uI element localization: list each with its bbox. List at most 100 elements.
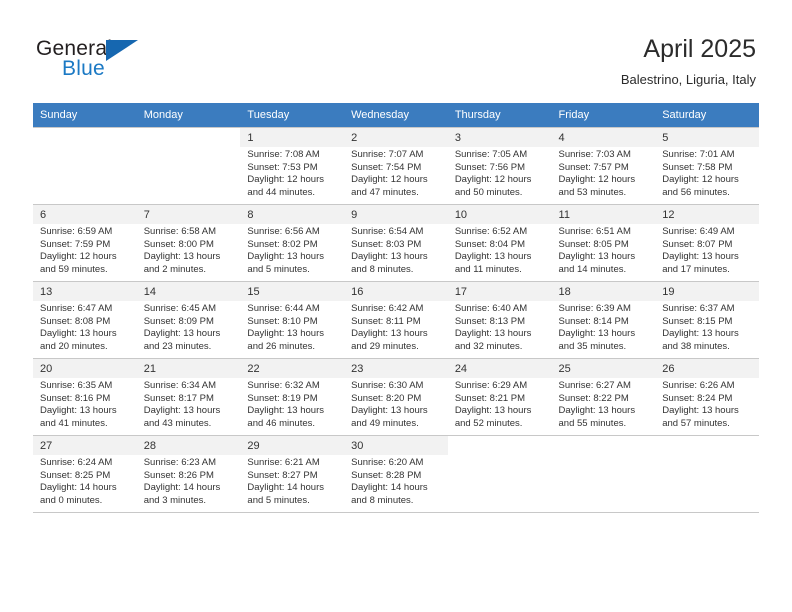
day-sunset-text: Sunset: 8:21 PM [454,392,526,404]
calendar-day-cell[interactable]: 25 Sunrise: 6:27 AM Sunset: 8:22 PM Dayligh… [551,358,656,436]
day-number: 29 [247,440,260,452]
calendar-day-cell[interactable]: 16 Sunrise: 6:42 AM Sunset: 8:11 PM Dayligh… [344,281,448,359]
day-number: 24 [454,363,468,375]
day-sunrise-text: Sunrise: 7:08 AM [247,149,320,160]
calendar-day-cell[interactable]: 12 Sunrise: 6:49 AM Sunset: 8:07 PM Dayligh… [655,204,759,282]
calendar-day-cell[interactable]: 29 Sunrise: 6:21 AM Sunset: 8:27 PM Dayligh… [240,435,345,513]
calendar-day-cell-empty [33,127,137,205]
day-cell-content: 21 Sunrise: 6:34 AM Sunset: 8:17 PM Dayligh… [144,359,234,430]
calendar-day-cell[interactable]: 20 Sunrise: 6:35 AM Sunset: 8:16 PM Dayligh… [33,358,137,436]
day-cell-content: 18 Sunrise: 6:39 AM Sunset: 8:14 PM Dayligh… [559,282,649,353]
day-cell-inner: 10 Sunrise: 6:52 AM Sunset: 8:04 PM Dayligh… [447,205,552,281]
calendar-header-row: Sunday Monday Tuesday Wednesday Thursday… [33,103,759,128]
day-cell-inner: 20 Sunrise: 6:35 AM Sunset: 8:16 PM Dayligh… [33,359,137,435]
day-sunrise-text: Sunrise: 6:30 AM [351,380,424,391]
calendar-day-cell[interactable]: 22 Sunrise: 6:32 AM Sunset: 8:19 PM Dayligh… [240,358,345,436]
day-sunrise-text: Sunrise: 6:21 AM [247,457,320,468]
calendar-day-cell[interactable]: 13 Sunrise: 6:47 AM Sunset: 8:08 PM Dayligh… [33,281,137,359]
day-cell-content: 9 Sunrise: 6:54 AM Sunset: 8:03 PM Daylight… [351,205,441,276]
day-sunset-text: Sunset: 8:14 PM [558,315,629,327]
calendar-day-cell[interactable]: 4 Sunrise: 7:03 AM Sunset: 7:57 PM Daylight… [551,127,656,205]
calendar-day-cell[interactable]: 18 Sunrise: 6:39 AM Sunset: 8:14 PM Dayligh… [551,281,656,359]
day-cell-inner: 21 Sunrise: 6:34 AM Sunset: 8:17 PM Dayligh… [136,359,241,435]
calendar-day-cell[interactable]: 21 Sunrise: 6:34 AM Sunset: 8:17 PM Dayligh… [136,358,241,436]
day-daylight-text: Daylight: 12 hours [662,174,739,186]
calendar-day-cell[interactable]: 23 Sunrise: 6:30 AM Sunset: 8:20 PM Dayligh… [344,358,448,436]
day-daylight-text: Daylight: 13 hours [143,405,221,417]
day-sunset-text: Sunset: 8:24 PM [662,392,733,404]
day-daylight-text: and 5 minutes. [247,494,310,506]
calendar-day-cell[interactable]: 24 Sunrise: 6:29 AM Sunset: 8:21 PM Dayligh… [447,358,552,436]
day-sunset-text: Sunset: 8:17 PM [143,392,214,404]
day-daylight-text: Daylight: 13 hours [662,251,739,263]
day-sun-info: Sunrise: 6:47 AM Sunset: 8:08 PM Daylight:… [40,303,130,353]
day-cell-content: 26 Sunrise: 6:26 AM Sunset: 8:24 PM Dayligh… [662,359,752,430]
day-sun-info: Sunrise: 6:30 AM Sunset: 8:20 PM Daylight:… [351,380,441,430]
calendar-day-cell[interactable]: 2 Sunrise: 7:07 AM Sunset: 7:54 PM Daylight… [344,127,448,205]
day-daylight-text: Daylight: 14 hours [40,482,117,494]
day-sunrise-text: Sunrise: 7:01 AM [662,149,735,160]
calendar-day-cell[interactable]: 19 Sunrise: 6:37 AM Sunset: 8:15 PM Dayligh… [655,281,759,359]
day-daylight-text: and 11 minutes. [454,263,522,275]
day-number: 8 [247,209,254,221]
calendar-day-cell[interactable]: 26 Sunrise: 6:26 AM Sunset: 8:24 PM Dayligh… [655,358,759,436]
day-daylight-text: and 3 minutes. [143,494,207,506]
day-cell-inner: 8 Sunrise: 6:56 AM Sunset: 8:02 PM Daylight… [240,205,345,281]
day-daylight-text: Daylight: 13 hours [351,405,428,417]
calendar-day-cell[interactable]: 30 Sunrise: 6:20 AM Sunset: 8:28 PM Dayligh… [344,435,448,513]
calendar-day-cell[interactable]: 17 Sunrise: 6:40 AM Sunset: 8:13 PM Dayligh… [447,281,552,359]
sunrise-sunset-calendar: Sunday Monday Tuesday Wednesday Thursday… [33,103,759,513]
calendar-day-cell[interactable]: 27 Sunrise: 6:24 AM Sunset: 8:25 PM Dayligh… [33,435,137,513]
day-cell-content: 30 Sunrise: 6:20 AM Sunset: 8:28 PM Dayligh… [351,436,441,507]
day-cell-inner [552,436,656,512]
day-number: 5 [662,132,669,144]
calendar-day-cell[interactable]: 5 Sunrise: 7:01 AM Sunset: 7:58 PM Daylight… [655,127,759,205]
day-number [40,128,130,135]
day-sunset-text: Sunset: 8:25 PM [40,469,111,481]
calendar-day-cell[interactable]: 14 Sunrise: 6:45 AM Sunset: 8:09 PM Dayligh… [136,281,241,359]
calendar-day-cell[interactable]: 11 Sunrise: 6:51 AM Sunset: 8:05 PM Dayligh… [551,204,656,282]
day-daylight-text: Daylight: 13 hours [558,328,636,340]
day-sunset-text: Sunset: 8:19 PM [247,392,318,404]
weekday-header-tuesday: Tuesday [240,103,345,128]
calendar-day-cell[interactable]: 8 Sunrise: 6:56 AM Sunset: 8:02 PM Daylight… [240,204,345,282]
day-cell-content: 3 Sunrise: 7:05 AM Sunset: 7:56 PM Daylight… [455,128,545,199]
calendar-day-cell[interactable]: 6 Sunrise: 6:59 AM Sunset: 7:59 PM Daylight… [33,204,137,282]
calendar-body: 1 Sunrise: 7:08 AM Sunset: 7:53 PM Daylight… [33,127,759,513]
day-sun-info: Sunrise: 7:03 AM Sunset: 7:57 PM Daylight:… [559,149,649,199]
day-number: 3 [454,132,461,144]
day-daylight-text: and 41 minutes. [40,417,108,429]
calendar-day-cell[interactable]: 7 Sunrise: 6:58 AM Sunset: 8:00 PM Daylight… [136,204,241,282]
weekday-header-thursday: Thursday [447,103,552,128]
calendar-day-cell[interactable]: 28 Sunrise: 6:23 AM Sunset: 8:26 PM Dayligh… [136,435,241,513]
day-daylight-text: Daylight: 13 hours [143,251,221,263]
day-sunrise-text: Sunrise: 7:07 AM [351,149,424,160]
day-number: 16 [351,286,364,298]
day-sunrise-text: Sunrise: 6:39 AM [558,303,631,314]
calendar-day-cell[interactable]: 15 Sunrise: 6:44 AM Sunset: 8:10 PM Dayligh… [240,281,345,359]
logo-triangle-icon [106,40,138,61]
day-sun-info: Sunrise: 6:49 AM Sunset: 8:07 PM Daylight:… [662,226,752,276]
calendar-page: General Blue April 2025 Balestrino, Ligu… [0,0,792,612]
day-daylight-text: and 32 minutes. [454,340,523,352]
day-number: 30 [351,440,364,452]
day-cell-inner [448,436,552,512]
day-daylight-text: Daylight: 12 hours [558,174,636,186]
day-number [455,436,545,443]
day-daylight-text: Daylight: 12 hours [351,174,428,186]
day-cell-content: 11 Sunrise: 6:51 AM Sunset: 8:05 PM Dayligh… [559,205,649,276]
day-daylight-text: and 38 minutes. [662,340,730,352]
day-daylight-text: and 55 minutes. [558,417,627,429]
day-sunset-text: Sunset: 8:10 PM [247,315,318,327]
day-number: 25 [558,363,571,375]
day-daylight-text: and 50 minutes. [454,186,523,198]
day-sunrise-text: Sunrise: 6:51 AM [558,226,631,237]
calendar-day-cell[interactable]: 3 Sunrise: 7:05 AM Sunset: 7:56 PM Daylight… [447,127,552,205]
day-daylight-text: Daylight: 13 hours [662,328,739,340]
day-daylight-text: and 14 minutes. [558,263,627,275]
calendar-day-cell[interactable]: 1 Sunrise: 7:08 AM Sunset: 7:53 PM Daylight… [240,127,345,205]
calendar-day-cell[interactable]: 9 Sunrise: 6:54 AM Sunset: 8:03 PM Daylight… [344,204,448,282]
generalblue-logo[interactable]: General Blue [36,37,176,85]
calendar-day-cell[interactable]: 10 Sunrise: 6:52 AM Sunset: 8:04 PM Dayligh… [447,204,552,282]
day-daylight-text: Daylight: 13 hours [247,251,324,263]
